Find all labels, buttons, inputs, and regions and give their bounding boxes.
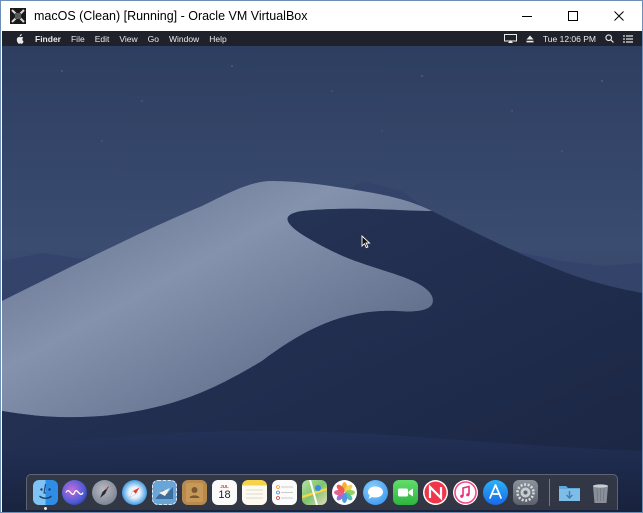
- virtualbox-app-icon[interactable]: [9, 7, 27, 25]
- menu-window[interactable]: Window: [169, 34, 199, 44]
- dock-mail[interactable]: [152, 480, 177, 505]
- mouse-cursor-icon: [361, 235, 371, 249]
- close-icon: [614, 11, 624, 21]
- title-bar[interactable]: macOS (Clean) [Running] - Oracle VM Virt…: [1, 1, 642, 31]
- dock: JUL 18: [26, 474, 618, 510]
- dock-launchpad[interactable]: [92, 480, 117, 505]
- menubar-status-area: Tue 12:06 PM: [503, 31, 642, 46]
- airplay-display-icon[interactable]: [503, 34, 517, 43]
- dock-divider: [549, 479, 550, 506]
- window-controls: [504, 1, 642, 31]
- menu-edit[interactable]: Edit: [95, 34, 110, 44]
- facetime-icon: [398, 488, 413, 497]
- mac-menu-bar: Finder File Edit View Go Window Help Tue…: [2, 31, 642, 46]
- dock-siri[interactable]: [62, 480, 87, 505]
- vm-display[interactable]: Finder File Edit View Go Window Help Tue…: [2, 31, 642, 512]
- maximize-button[interactable]: [550, 1, 596, 31]
- dock-finder[interactable]: [33, 480, 58, 505]
- dock-messages[interactable]: [363, 480, 388, 505]
- system-preferences-icon: [516, 483, 535, 502]
- minimize-button[interactable]: [504, 1, 550, 31]
- spotlight-search-icon[interactable]: [605, 34, 614, 43]
- dock-trash[interactable]: [588, 480, 613, 505]
- news-icon: [424, 481, 447, 504]
- dock-system-preferences[interactable]: [513, 480, 538, 505]
- dock-news[interactable]: [423, 480, 448, 505]
- safari-icon: [129, 487, 140, 498]
- dock-facetime[interactable]: [393, 480, 418, 505]
- dock-itunes[interactable]: [453, 480, 478, 505]
- notification-center-icon[interactable]: [623, 34, 633, 43]
- dock-contacts[interactable]: [182, 480, 207, 505]
- menubar-clock[interactable]: Tue 12:06 PM: [543, 34, 596, 44]
- calendar-day: 18: [218, 489, 231, 501]
- maps-icon: [302, 480, 327, 505]
- downloads-folder-icon: [559, 486, 580, 501]
- menu-help[interactable]: Help: [209, 34, 226, 44]
- dock-downloads[interactable]: [557, 480, 582, 505]
- menu-file[interactable]: File: [71, 34, 85, 44]
- dock-app-store[interactable]: [483, 480, 508, 505]
- dock-notes[interactable]: [242, 480, 267, 505]
- window-title: macOS (Clean) [Running] - Oracle VM Virt…: [34, 9, 308, 23]
- launchpad-icon: [100, 486, 109, 498]
- siri-icon: [65, 490, 84, 495]
- menu-view[interactable]: View: [119, 34, 137, 44]
- trash-icon: [593, 484, 608, 503]
- reminders-icon: [276, 485, 293, 500]
- messages-icon: [368, 486, 383, 499]
- dock-reminders[interactable]: [272, 480, 297, 505]
- dock-safari[interactable]: [122, 480, 147, 505]
- menu-go[interactable]: Go: [148, 34, 159, 44]
- dock-calendar[interactable]: JUL 18: [212, 480, 237, 505]
- photos-icon: [334, 482, 355, 503]
- contacts-icon: [186, 483, 203, 502]
- itunes-icon: [454, 481, 477, 504]
- app-store-icon: [489, 484, 502, 499]
- menu-finder[interactable]: Finder: [35, 34, 61, 44]
- dock-photos[interactable]: [332, 480, 357, 505]
- mail-icon: [156, 487, 173, 499]
- apple-menu-icon[interactable]: [13, 33, 25, 44]
- finder-icon: [39, 483, 52, 499]
- notes-icon: [246, 489, 263, 499]
- dock-maps[interactable]: [302, 480, 327, 505]
- maximize-icon: [568, 11, 578, 21]
- minimize-icon: [522, 16, 532, 17]
- virtualbox-window: macOS (Clean) [Running] - Oracle VM Virt…: [0, 0, 643, 513]
- mojave-wallpaper: [2, 31, 642, 512]
- eject-icon[interactable]: [526, 35, 534, 43]
- close-button[interactable]: [596, 1, 642, 31]
- finder-running-indicator: [44, 507, 47, 510]
